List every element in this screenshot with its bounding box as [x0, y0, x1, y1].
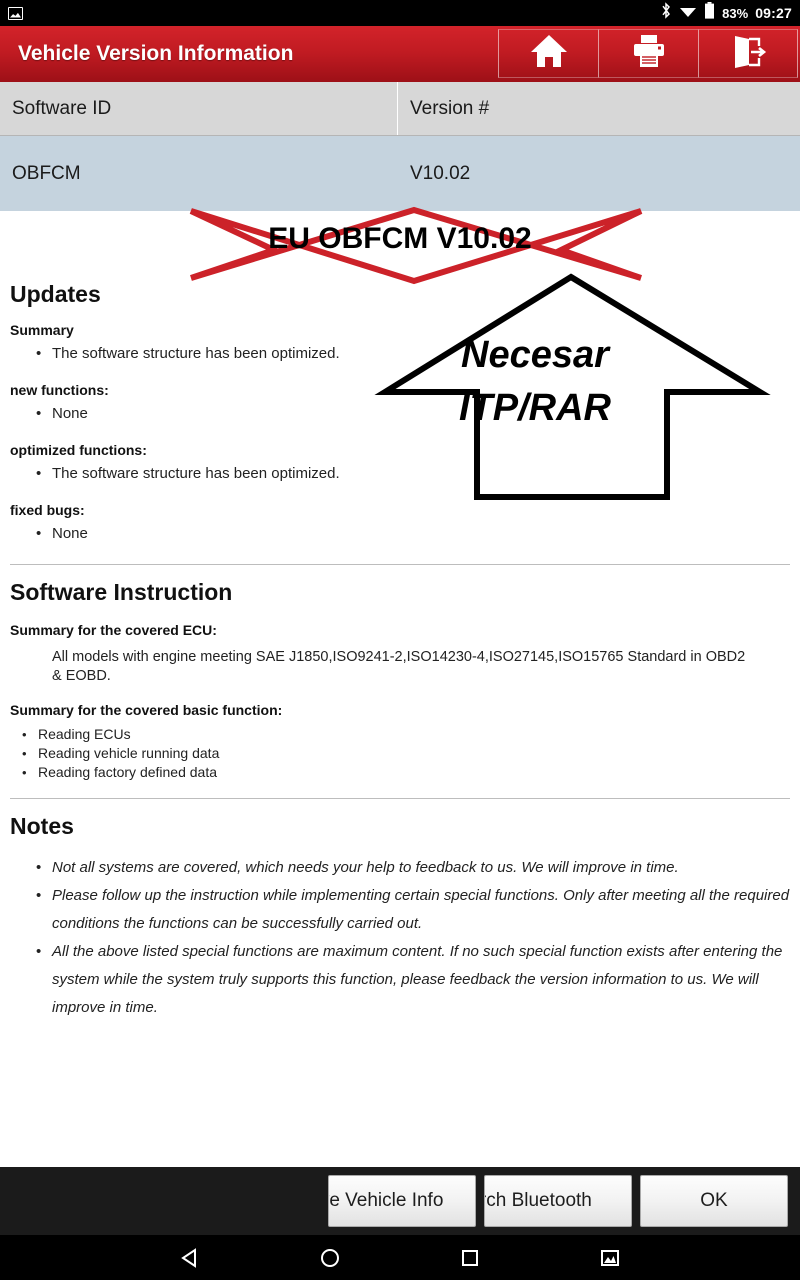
nav-recents[interactable] — [457, 1245, 483, 1271]
gallery-icon — [8, 6, 23, 20]
search-bluetooth-label: Search Bluetooth — [485, 1190, 592, 1211]
battery-icon — [704, 2, 715, 24]
app-bar: Vehicle Version Information — [0, 26, 800, 82]
basic-function-label: Summary for the covered basic function: — [10, 702, 283, 718]
list-item: The software structure has been optimize… — [10, 460, 790, 488]
exit-button[interactable] — [698, 29, 798, 78]
table-header: Software ID Version # — [0, 82, 800, 136]
save-vehicle-info-button[interactable]: Save Vehicle Info — [328, 1175, 476, 1227]
updates-label-optimized-functions: optimized functions: — [10, 442, 147, 458]
recents-square-icon — [462, 1249, 478, 1266]
basic-function-list: Reading ECUs Reading vehicle running dat… — [10, 725, 790, 782]
home-button[interactable] — [498, 29, 598, 78]
page-title: Vehicle Version Information — [18, 42, 294, 65]
ecu-text: All models with engine meeting SAE J1850… — [52, 649, 746, 684]
annotation-banner-text: EU OBFCM V10.02 — [268, 222, 532, 255]
status-bar-right: 83% 09:27 — [660, 2, 792, 24]
annotation-arrow-text-line1: Necesar — [461, 334, 609, 376]
nav-back[interactable] — [177, 1245, 203, 1271]
screen: 83% 09:27 Vehicle Version Information So… — [0, 0, 800, 1280]
app-bar-actions — [498, 26, 800, 82]
updates-list-optimized-functions: The software structure has been optimize… — [10, 460, 790, 488]
bluetooth-icon — [660, 2, 672, 24]
software-instruction-heading: Software Instruction — [10, 579, 233, 605]
list-item: All the above listed special functions a… — [10, 938, 790, 1022]
home-circle-icon — [321, 1248, 339, 1267]
search-bluetooth-button[interactable]: Search Bluetooth — [484, 1175, 632, 1227]
save-vehicle-info-label: Save Vehicle Info — [329, 1190, 444, 1211]
print-button[interactable] — [598, 29, 698, 78]
cell-software-id: OBFCM — [12, 162, 81, 184]
notes-heading: Notes — [10, 813, 74, 839]
updates-list-fixed-bugs: None — [10, 520, 790, 548]
android-nav-bar — [0, 1235, 800, 1280]
list-item: Reading ECUs — [10, 725, 790, 744]
screenshot-image-icon — [601, 1249, 619, 1266]
list-item: None — [10, 520, 790, 548]
ecu-label: Summary for the covered ECU: — [10, 622, 217, 638]
clock: 09:27 — [755, 5, 792, 21]
nav-home[interactable] — [317, 1245, 343, 1271]
column-header-software-id: Software ID — [0, 82, 398, 135]
exit-icon — [729, 32, 767, 75]
printer-icon — [630, 32, 668, 75]
wifi-icon — [679, 4, 697, 23]
cell-version: V10.02 — [410, 162, 471, 184]
notes-list: Not all systems are covered, which needs… — [10, 854, 790, 1022]
status-bar: 83% 09:27 — [0, 0, 800, 26]
back-triangle-icon — [181, 1247, 196, 1268]
table-row[interactable]: OBFCM V10.02 — [0, 136, 800, 211]
nav-screenshot[interactable] — [597, 1245, 623, 1271]
list-item: Reading factory defined data — [10, 763, 790, 782]
column-header-version: Version # — [410, 97, 490, 119]
ok-label: OK — [700, 1190, 728, 1211]
ok-button[interactable]: OK — [640, 1175, 788, 1227]
list-item: Not all systems are covered, which needs… — [10, 854, 790, 882]
battery-percent: 83% — [722, 5, 749, 21]
annotation-arrow-text-line2: ITP/RAR — [459, 387, 611, 429]
list-item: Please follow up the instruction while i… — [10, 882, 790, 938]
status-bar-left — [8, 6, 23, 20]
home-icon — [529, 32, 569, 75]
updates-heading: Updates — [10, 281, 101, 307]
list-item: Reading vehicle running data — [10, 744, 790, 763]
updates-label-fixed-bugs: fixed bugs: — [10, 502, 85, 518]
bottom-button-bar: Save Vehicle Info Search Bluetooth OK — [0, 1167, 800, 1235]
